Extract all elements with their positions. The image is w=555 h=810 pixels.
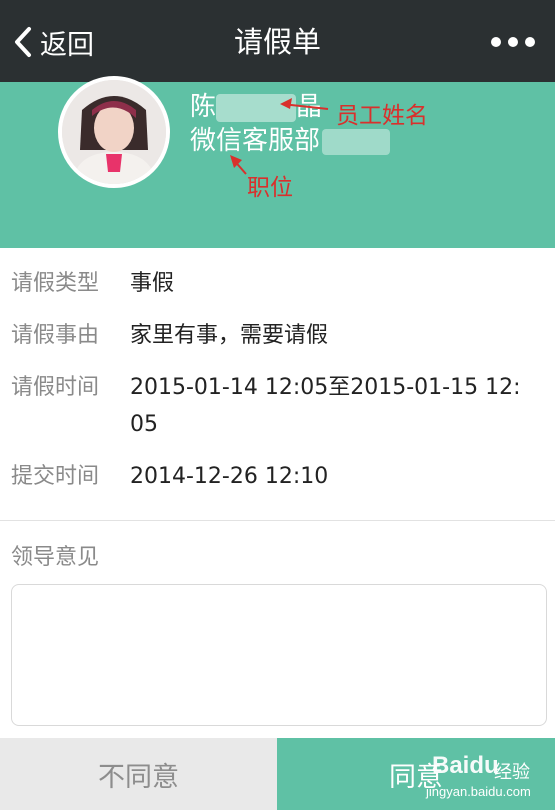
action-bar: 不同意 同意 bbox=[0, 738, 555, 810]
annotation-position: 职位 bbox=[247, 175, 293, 201]
detail-value: 家里有事，需要请假 bbox=[130, 323, 329, 348]
detail-row-period: 请假时间 2015-01-14 12:05至2015-01-15 12:05 bbox=[11, 369, 530, 443]
detail-label: 请假事由 bbox=[11, 323, 100, 348]
page-title: 请假单 bbox=[233, 25, 321, 59]
detail-value: 事假 bbox=[130, 271, 175, 296]
annotation-employee-name: 员工姓名 bbox=[336, 103, 428, 129]
detail-row-submitted: 提交时间 2014-12-26 12:10 bbox=[11, 458, 530, 495]
detail-label: 请假时间 bbox=[11, 375, 100, 400]
section-divider bbox=[0, 520, 555, 521]
more-dot-icon bbox=[491, 37, 501, 47]
detail-row-reason: 请假事由 家里有事，需要请假 bbox=[11, 317, 530, 354]
detail-label: 请假类型 bbox=[11, 271, 100, 296]
name-arrowhead bbox=[280, 98, 292, 109]
detail-row-type: 请假类型 事假 bbox=[11, 265, 530, 302]
profile-header: 陈晶 微信客服部 员工姓名 职位 bbox=[0, 76, 555, 248]
detail-value: 2014-12-26 12:10 bbox=[130, 464, 329, 489]
reject-button[interactable]: 不同意 bbox=[0, 738, 277, 810]
detail-value: 2015-01-14 12:05至2015-01-15 12:05 bbox=[130, 375, 521, 437]
opinion-input[interactable] bbox=[11, 584, 547, 726]
navbar: 返回 请假单 bbox=[0, 0, 555, 82]
annotation-arrows bbox=[230, 98, 329, 175]
more-dot-icon bbox=[508, 37, 518, 47]
opinion-label: 领导意见 bbox=[11, 545, 100, 570]
detail-label: 提交时间 bbox=[11, 464, 100, 489]
more-dot-icon bbox=[525, 37, 535, 47]
more-options-button[interactable] bbox=[491, 30, 535, 54]
approve-button[interactable]: 同意 bbox=[277, 738, 555, 810]
